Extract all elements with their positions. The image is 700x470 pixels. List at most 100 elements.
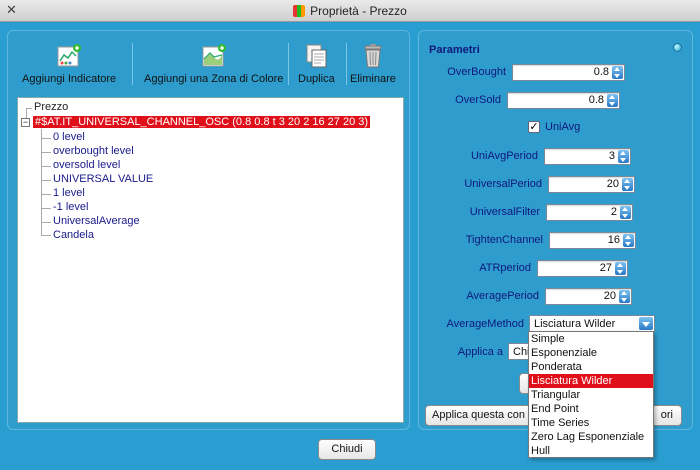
oversold-spinner[interactable]: 0.8 <box>507 92 620 109</box>
tree-item[interactable]: oversold level <box>53 159 120 171</box>
duplicate-button[interactable]: Duplica <box>298 43 335 85</box>
apply-to-label: Applica a <box>457 346 503 358</box>
add-indicator-label: Aggiungi Indicatore <box>22 73 117 85</box>
duplicate-label: Duplica <box>298 73 335 85</box>
chevron-down-icon[interactable] <box>639 317 653 330</box>
window-title: Proprietà - Prezzo <box>310 3 407 18</box>
add-indicator-button[interactable]: Aggiungi Indicatore <box>22 43 116 85</box>
tree-root-prezzo[interactable]: Prezzo <box>34 101 68 113</box>
close-icon[interactable]: ✕ <box>6 3 17 18</box>
spinner-arrows-icon[interactable] <box>620 206 631 219</box>
tree-connector <box>41 129 42 235</box>
info-icon[interactable] <box>673 43 682 52</box>
dropdown-option-end-point[interactable]: End Point <box>529 402 653 416</box>
window-titlebar: ✕ Proprietà - Prezzo <box>0 0 700 22</box>
apply-to-row: Applica a <box>419 344 503 361</box>
universal-period-spinner[interactable]: 20 <box>548 176 635 193</box>
tree-item[interactable]: UniversalAverage <box>53 215 140 227</box>
universal-filter-value: 2 <box>610 206 617 218</box>
tree-item[interactable]: 1 level <box>53 187 85 199</box>
tighten-channel-label: TightenChannel <box>465 234 543 246</box>
tighten-channel-spinner[interactable]: 16 <box>549 232 636 249</box>
tighten-channel-row: TightenChannel <box>419 232 543 249</box>
atr-period-label: ATRperiod <box>479 262 531 274</box>
parameters-title: Parametri <box>429 44 480 56</box>
spinner-arrows-icon[interactable] <box>607 94 618 107</box>
tree-connector <box>41 235 51 236</box>
universal-period-label: UniversalPeriod <box>464 178 542 190</box>
tree-item[interactable]: UNIVERSAL VALUE <box>53 173 153 185</box>
universal-period-value: 20 <box>606 178 619 190</box>
tree-connector <box>41 180 51 181</box>
universal-filter-spinner[interactable]: 2 <box>546 204 633 221</box>
universal-filter-row: UniversalFilter <box>419 204 540 221</box>
tree-item[interactable]: overbought level <box>53 145 134 157</box>
dropdown-option-hull[interactable]: Hull <box>529 444 653 458</box>
universal-filter-label: UniversalFilter <box>469 206 540 218</box>
tree-connector <box>41 208 51 209</box>
dropdown-option-zero-lag[interactable]: Zero Lag Esponenziale <box>529 430 653 444</box>
toolbar-separator <box>132 43 133 85</box>
duplicate-icon <box>306 44 327 68</box>
close-button[interactable]: Chiudi <box>318 439 376 460</box>
indicator-tree[interactable]: Prezzo − #$AT.IT_UNIVERSAL_CHANNEL_OSC (… <box>17 97 404 423</box>
average-method-value: Lisciatura Wilder <box>534 318 616 330</box>
overbought-label: OverBought <box>447 66 506 78</box>
uniavg-label: UniAvg <box>545 121 581 133</box>
tree-item[interactable]: Candela <box>53 229 94 241</box>
dropdown-option-triangular[interactable]: Triangular <box>529 388 653 402</box>
dropdown-option-simple[interactable]: Simple <box>529 332 653 346</box>
add-indicator-icon <box>57 44 82 67</box>
uniavg-checkbox[interactable]: ✓ <box>528 121 540 133</box>
overbought-row: OverBought <box>419 64 506 81</box>
toolbar-separator <box>346 43 347 85</box>
app-icon <box>293 4 306 17</box>
average-method-dropdown[interactable]: Simple Esponenziale Ponderata Lisciatura… <box>528 331 654 458</box>
tighten-channel-value: 16 <box>607 234 620 246</box>
collapse-icon[interactable]: − <box>21 118 30 127</box>
overbought-value: 0.8 <box>593 66 609 78</box>
tree-item-universal-channel-osc[interactable]: #$AT.IT_UNIVERSAL_CHANNEL_OSC (0.8 0.8 t… <box>33 116 371 128</box>
indicator-panel: Aggiungi Indicatore Aggiungi una Zona di… <box>7 30 410 430</box>
average-period-label: AveragePeriod <box>466 290 539 302</box>
oversold-row: OverSold <box>419 92 501 109</box>
tree-item[interactable]: 0 level <box>53 131 85 143</box>
average-method-row: AverageMethod <box>419 316 524 333</box>
overbought-spinner[interactable]: 0.8 <box>512 64 625 81</box>
tree-connector <box>41 194 51 195</box>
dropdown-option-lisciatura-wilder[interactable]: Lisciatura Wilder <box>529 374 653 388</box>
oversold-label: OverSold <box>455 94 501 106</box>
tree-item[interactable]: -1 level <box>53 201 88 213</box>
spinner-arrows-icon[interactable] <box>619 290 630 303</box>
universal-period-row: UniversalPeriod <box>419 176 542 193</box>
uniavg-period-value: 3 <box>608 150 615 162</box>
tree-connector <box>41 152 51 153</box>
apply-settings-label-left: Applica questa con <box>432 409 525 421</box>
atr-period-spinner[interactable]: 27 <box>537 260 628 277</box>
average-method-select[interactable]: Lisciatura Wilder <box>529 315 655 332</box>
average-period-row: AveragePeriod <box>419 288 539 305</box>
atr-period-row: ATRperiod <box>419 260 531 277</box>
oversold-value: 0.8 <box>588 94 604 106</box>
uniavg-period-row: UniAvgPeriod <box>419 148 538 165</box>
add-color-zone-label: Aggiungi una Zona di Colore <box>144 73 284 85</box>
spinner-arrows-icon[interactable] <box>623 234 634 247</box>
dropdown-option-time-series[interactable]: Time Series <box>529 416 653 430</box>
tree-connector <box>41 138 51 139</box>
tree-connector <box>41 166 51 167</box>
trash-icon <box>364 44 382 68</box>
tree-connector <box>41 222 51 223</box>
add-color-zone-button[interactable]: Aggiungi una Zona di Colore <box>144 43 283 85</box>
dropdown-option-esponenziale[interactable]: Esponenziale <box>529 346 653 360</box>
atr-period-value: 27 <box>599 262 612 274</box>
spinner-arrows-icon[interactable] <box>618 150 629 163</box>
dropdown-option-ponderata[interactable]: Ponderata <box>529 360 653 374</box>
uniavg-period-spinner[interactable]: 3 <box>544 148 631 165</box>
delete-button[interactable]: Eliminare <box>350 43 396 85</box>
toolbar: Aggiungi Indicatore Aggiungi una Zona di… <box>8 31 411 95</box>
average-period-spinner[interactable]: 20 <box>545 288 632 305</box>
spinner-arrows-icon[interactable] <box>622 178 633 191</box>
spinner-arrows-icon[interactable] <box>612 66 623 79</box>
spinner-arrows-icon[interactable] <box>615 262 626 275</box>
average-method-label: AverageMethod <box>446 318 524 330</box>
